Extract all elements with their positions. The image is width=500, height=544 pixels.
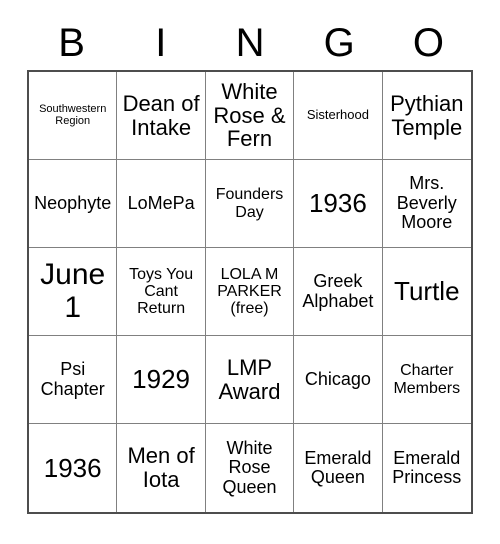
bingo-cell-text: Toys You Cant Return: [129, 265, 194, 318]
bingo-cell-text: June 1: [40, 258, 106, 324]
bingo-cell-text: Emerald Princess: [392, 447, 462, 487]
bingo-cell-r5c2[interactable]: Men of Iota: [117, 424, 206, 512]
bingo-cell-r4c3[interactable]: LMP Award: [205, 336, 295, 424]
bingo-header-letter-g: G: [323, 21, 355, 65]
bingo-cell-text: Charter Members: [393, 362, 461, 397]
bingo-cell-r2c1[interactable]: Neophyte: [29, 160, 118, 248]
bingo-cell-r2c4[interactable]: 1936: [294, 160, 383, 248]
bingo-cell-text: Dean of Intake: [122, 90, 200, 140]
bingo-cell-text: Emerald Queen: [304, 447, 372, 487]
bingo-header-letter-o: O: [412, 21, 444, 65]
bingo-cell-r3c5[interactable]: Turtle: [382, 248, 471, 336]
bingo-cell-free-space[interactable]: LOLA M PARKER (free): [205, 248, 295, 336]
bingo-cell-text: Sisterhood: [306, 107, 369, 123]
bingo-cell-text: Pythian Temple: [390, 90, 464, 140]
bingo-header-row: B I N G O: [27, 17, 473, 69]
bingo-cell-text: Founders Day: [215, 186, 284, 221]
bingo-cell-r4c2[interactable]: 1929: [117, 336, 206, 424]
bingo-cell-r4c4[interactable]: Chicago: [294, 336, 383, 424]
bingo-header-letter-n: N: [235, 21, 265, 65]
bingo-cell-r2c2[interactable]: LoMePa: [117, 160, 206, 248]
bingo-cell-text: Chicago: [304, 368, 371, 389]
bingo-cell-r4c1[interactable]: Psi Chapter: [29, 336, 118, 424]
bingo-cell-r1c4[interactable]: Sisterhood: [294, 72, 383, 160]
bingo-cell-r5c4[interactable]: Emerald Queen: [294, 424, 383, 512]
bingo-cell-r2c5[interactable]: Mrs. Beverly Moore: [382, 160, 471, 248]
bingo-cell-text: Mrs. Beverly Moore: [396, 173, 457, 233]
bingo-cell-text: Men of Iota: [127, 443, 195, 492]
bingo-cell-r4c5[interactable]: Charter Members: [382, 336, 471, 424]
bingo-cell-text: LMP Award: [218, 354, 281, 404]
bingo-cell-r1c5[interactable]: Pythian Temple: [382, 72, 471, 160]
bingo-cell-r1c2[interactable]: Dean of Intake: [117, 72, 206, 160]
bingo-cell-text: Southwestern Region: [39, 102, 107, 127]
bingo-cell-text: 1936: [308, 188, 367, 219]
bingo-cell-text: Psi Chapter: [40, 359, 105, 399]
bingo-header-letter-i: I: [155, 21, 167, 65]
bingo-cell-text: Turtle: [394, 276, 460, 307]
bingo-cell-text: Neophyte: [34, 192, 112, 213]
bingo-cell-r3c1[interactable]: June 1: [29, 248, 118, 336]
bingo-cell-text: 1936: [43, 452, 102, 483]
bingo-cell-r1c3[interactable]: White Rose & Fern: [205, 72, 295, 160]
bingo-cell-r2c3[interactable]: Founders Day: [205, 160, 295, 248]
bingo-header-letter-b: B: [58, 21, 85, 65]
bingo-cell-text: Greek Alphabet: [302, 271, 374, 311]
bingo-cell-text: LoMePa: [127, 192, 195, 213]
bingo-grid: Southwestern Region Dean of Intake White…: [27, 70, 473, 514]
bingo-cell-text: LOLA M PARKER (free): [217, 265, 282, 318]
bingo-cell-text: White Rose & Fern: [213, 78, 286, 152]
bingo-cell-text: 1929: [132, 364, 191, 395]
bingo-cell-r5c3[interactable]: White Rose Queen: [206, 424, 295, 512]
bingo-cell-r3c4[interactable]: Greek Alphabet: [294, 248, 383, 336]
bingo-cell-r5c5[interactable]: Emerald Princess: [383, 424, 471, 512]
bingo-cell-r5c1[interactable]: 1936: [29, 424, 118, 512]
bingo-cell-text: White Rose Queen: [222, 437, 277, 497]
bingo-cell-r1c1[interactable]: Southwestern Region: [29, 72, 118, 160]
bingo-cell-r3c2[interactable]: Toys You Cant Return: [117, 248, 206, 336]
bingo-card: B I N G O Southwestern Region Dean of In…: [0, 0, 500, 544]
